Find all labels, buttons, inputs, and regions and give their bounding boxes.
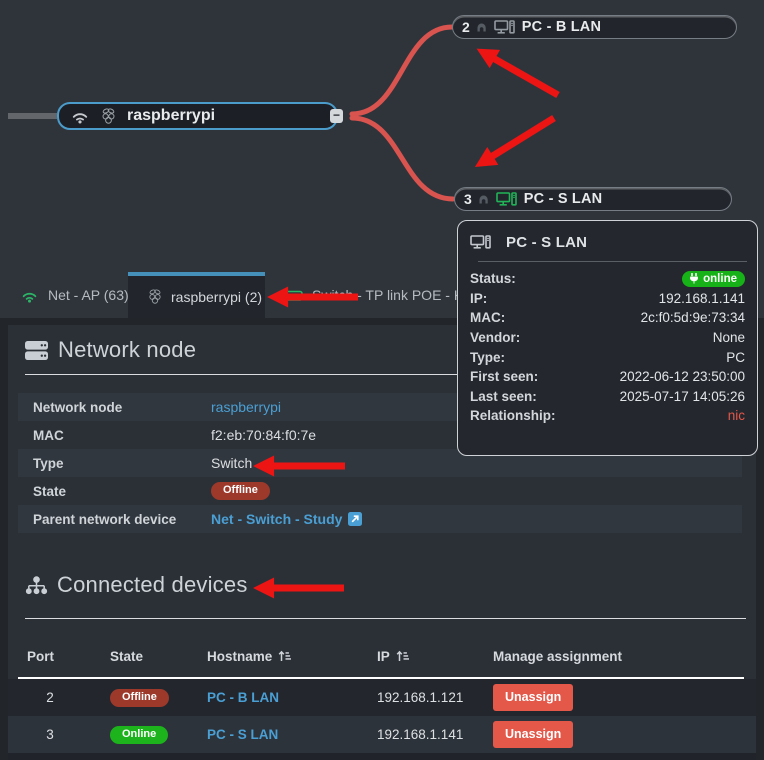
tooltip-row: Status: online [458, 269, 757, 289]
tab-label: Switch - TP link POE - Kitc [312, 287, 477, 303]
table-row: 2 Offline PC - B LAN 192.168.1.121 Unass… [8, 679, 756, 716]
external-link-icon[interactable] [348, 512, 362, 526]
connected-devices-table: Port State Hostname IP [8, 635, 756, 753]
raspberry-pi-icon [148, 289, 162, 305]
edge-to-pcb [352, 27, 452, 114]
graph-node-pc-s-lan[interactable]: 3 PC - S LAN [454, 187, 732, 211]
field-row: Parent network device Net - Switch - Stu… [18, 505, 742, 533]
col-header-ip[interactable]: IP [377, 649, 493, 664]
col-header-manage: Manage assignment [493, 649, 756, 664]
mac-value: f2:eb:70:84:f0:7e [211, 427, 316, 443]
tooltip-title: PC - S LAN [506, 234, 587, 251]
table-row: 3 Online PC - S LAN 192.168.1.141 Unassi… [8, 716, 756, 753]
network-node-heading: Network node [25, 337, 196, 363]
tooltip-row: IP: 192.168.1.141 [458, 289, 757, 309]
tooltip-row: MAC: 2c:f0:5d:9e:73:34 [458, 308, 757, 328]
state-badge: Offline [110, 689, 169, 707]
tab-net-ap[interactable]: Net - AP (63) [0, 272, 128, 318]
col-header-state: State [110, 649, 207, 664]
port-cell: 2 [27, 690, 73, 705]
port-link-icon [479, 195, 489, 204]
raspberry-pi-icon [101, 108, 116, 125]
online-status-badge: online [682, 271, 745, 287]
tab-label: Net - AP (63) [48, 287, 129, 303]
wifi-icon [20, 288, 39, 303]
connected-devices-heading: Connected devices [25, 572, 248, 598]
hostname-link[interactable]: PC - S LAN [207, 727, 278, 742]
table-header-row: Port State Hostname IP [8, 635, 756, 677]
port-number: 2 [462, 19, 470, 35]
port-link-icon [477, 23, 487, 32]
tooltip-divider [478, 261, 747, 262]
edge-to-pcs [352, 118, 453, 199]
ip-cell: 192.168.1.121 [377, 690, 493, 705]
sitemap-icon [25, 576, 48, 595]
desktop-icon [494, 20, 515, 35]
wifi-icon [70, 108, 90, 124]
parent-device-link[interactable]: Net - Switch - Study [211, 511, 342, 527]
tooltip-row: First seen: 2022-06-12 23:50:00 [458, 367, 757, 387]
state-badge: Offline [211, 482, 270, 500]
desktop-icon [470, 235, 491, 250]
field-label: Network node [33, 400, 211, 415]
section-title: Network node [58, 337, 196, 363]
unassign-button[interactable]: Unassign [493, 721, 573, 748]
tooltip-row: Relationship: nic [458, 406, 757, 426]
sort-icon [396, 650, 409, 662]
tab-label: raspberrypi (2) [171, 289, 262, 305]
type-value: Switch [211, 455, 252, 471]
sort-icon [278, 650, 291, 662]
tooltip-fields: Status: online IP: 192.168.1.141 [458, 269, 757, 426]
network-node-link[interactable]: raspberrypi [211, 399, 281, 415]
tooltip-row: Last seen: 2025-07-17 14:05:26 [458, 387, 757, 407]
node-label: PC - S LAN [524, 191, 603, 207]
tooltip-header: PC - S LAN [458, 221, 757, 251]
desktop-icon [496, 192, 517, 207]
field-label: MAC [33, 428, 211, 443]
col-header-port: Port [27, 649, 110, 664]
col-header-hostname[interactable]: Hostname [207, 649, 377, 664]
field-row: State Offline [18, 477, 742, 505]
section-divider [25, 618, 746, 619]
graph-node-pc-b-lan[interactable]: 2 PC - B LAN [452, 15, 737, 39]
server-icon [25, 340, 49, 361]
field-label: Type [33, 456, 211, 471]
tooltip-row: Vendor: None [458, 328, 757, 348]
tooltip-row: Type: PC [458, 347, 757, 367]
graph-node-raspberrypi[interactable]: raspberrypi [57, 102, 338, 130]
switch-icon [285, 289, 303, 302]
table-end-strip [8, 753, 756, 760]
node-label: raspberrypi [127, 107, 215, 125]
section-title: Connected devices [57, 572, 248, 598]
device-tooltip: PC - S LAN Status: online [457, 220, 758, 456]
ip-cell: 192.168.1.141 [377, 727, 493, 742]
state-badge: Online [110, 726, 168, 744]
plug-icon [689, 273, 699, 284]
hostname-link[interactable]: PC - B LAN [207, 690, 279, 705]
collapse-button[interactable]: − [330, 109, 343, 123]
field-label: State [33, 484, 211, 499]
network-app-page: raspberrypi − 2 PC - B LAN [0, 0, 764, 760]
port-number: 3 [464, 191, 472, 207]
node-label: PC - B LAN [522, 19, 601, 35]
unassign-button[interactable]: Unassign [493, 684, 573, 711]
tab-raspberrypi-active[interactable]: raspberrypi (2) [128, 272, 265, 318]
port-cell: 3 [27, 727, 73, 742]
field-label: Parent network device [33, 512, 211, 527]
